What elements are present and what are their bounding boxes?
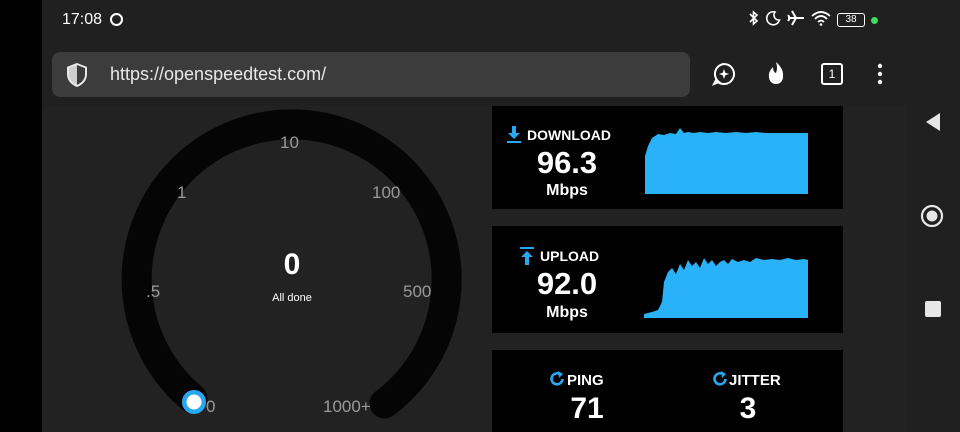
current-speed-value: 0 (283, 248, 301, 281)
gauge-tick-1: 1 (177, 183, 187, 202)
bluetooth-icon (749, 9, 759, 31)
gauge-tick-05: .5 (146, 282, 161, 301)
upload-unit: Mbps (546, 304, 588, 321)
notification-dot-icon (110, 13, 123, 26)
gauge-tick-10: 10 (280, 133, 299, 152)
wifi-icon (811, 10, 831, 31)
latency-panel: PING 71 JITTER 3 (492, 350, 843, 432)
phone-screen: 17:08 38 https://openspeedtest.com/ 1 10… (42, 0, 906, 432)
airplane-icon (787, 10, 805, 31)
assistant-chat-icon[interactable] (710, 60, 738, 88)
gauge-tick-100: 100 (372, 183, 401, 202)
upload-graph (644, 258, 808, 318)
gauge-needle-knob (182, 390, 206, 414)
active-indicator-dot (871, 16, 878, 24)
jitter-value: 3 (739, 392, 757, 425)
status-bar: 17:08 38 (42, 0, 906, 40)
jitter-column: JITTER 3 (662, 350, 832, 432)
upload-arrow-icon (520, 247, 534, 265)
upload-label: UPLOAD (540, 248, 600, 264)
download-label: DOWNLOAD (527, 127, 611, 143)
shield-icon[interactable] (66, 63, 88, 87)
ping-column: PING 71 (497, 350, 667, 432)
back-icon[interactable] (924, 112, 942, 132)
status-time: 17:08 (62, 11, 103, 28)
speedtest-page: 10 1 100 .5 500 0 1000+ 0 All done DOWNL… (42, 106, 906, 432)
download-value: 96.3 (536, 145, 598, 180)
ping-refresh-icon (550, 371, 564, 386)
download-unit: Mbps (546, 182, 588, 199)
ping-value: 71 (570, 392, 604, 425)
recents-icon[interactable] (924, 300, 942, 318)
gauge-tick-500: 500 (403, 282, 432, 301)
address-bar[interactable]: https://openspeedtest.com/ (52, 52, 690, 97)
ping-label: PING (567, 372, 604, 389)
status-icons: 38 (749, 9, 878, 31)
jitter-refresh-icon (713, 371, 727, 386)
url-text[interactable]: https://openspeedtest.com/ (110, 64, 326, 85)
tab-count[interactable]: 1 (821, 63, 843, 85)
flame-icon[interactable] (762, 60, 790, 88)
download-graph (645, 128, 808, 194)
left-edge-bar (0, 0, 42, 432)
gauge-tick-1000: 1000+ (323, 397, 371, 416)
system-nav-bar (906, 0, 960, 432)
download-arrow-icon (507, 126, 521, 143)
upload-panel: UPLOAD 92.0 Mbps (492, 226, 843, 333)
speed-gauge: 10 1 100 .5 500 0 1000+ 0 All done (112, 106, 472, 432)
test-status-label: All done (272, 292, 312, 304)
overflow-menu-icon[interactable] (866, 60, 894, 88)
download-panel: DOWNLOAD 96.3 Mbps (492, 106, 843, 209)
home-icon[interactable] (920, 204, 944, 228)
jitter-label: JITTER (729, 372, 781, 389)
battery-icon: 38 (837, 13, 865, 27)
tabs-button[interactable]: 1 (818, 60, 846, 88)
upload-value: 92.0 (536, 266, 598, 301)
moon-icon (765, 10, 781, 31)
